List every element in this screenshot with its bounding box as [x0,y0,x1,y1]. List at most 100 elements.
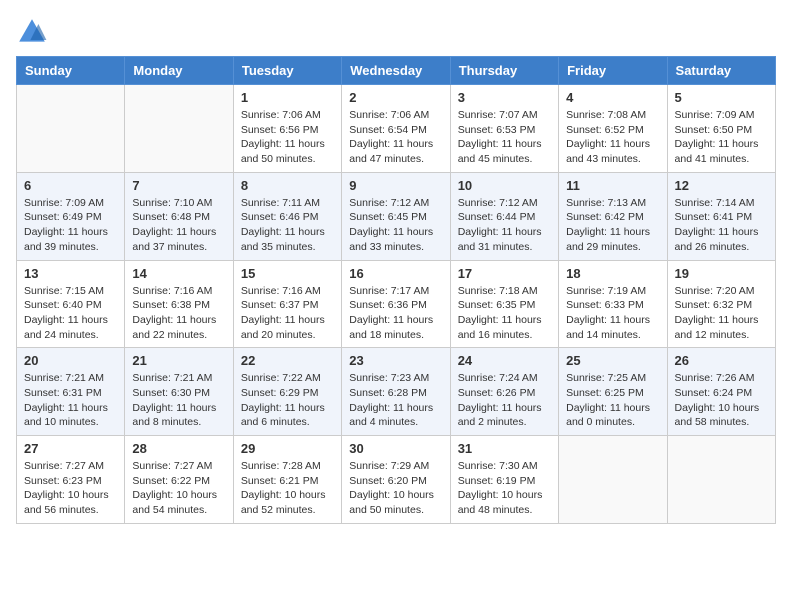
day-number: 23 [349,353,442,368]
calendar-day-cell: 27 Sunrise: 7:27 AM Sunset: 6:23 PM Dayli… [17,436,125,524]
calendar-table: SundayMondayTuesdayWednesdayThursdayFrid… [16,56,776,524]
logo [16,16,52,48]
day-info: Sunrise: 7:12 AM Sunset: 6:44 PM Dayligh… [458,196,551,255]
day-number: 27 [24,441,117,456]
day-info: Sunrise: 7:27 AM Sunset: 6:23 PM Dayligh… [24,459,117,518]
calendar-day-cell: 18 Sunrise: 7:19 AM Sunset: 6:33 PM Dayli… [559,260,667,348]
day-number: 15 [241,266,334,281]
day-number: 31 [458,441,551,456]
calendar-week-row: 6 Sunrise: 7:09 AM Sunset: 6:49 PM Daylig… [17,172,776,260]
day-info: Sunrise: 7:27 AM Sunset: 6:22 PM Dayligh… [132,459,225,518]
calendar-day-cell: 22 Sunrise: 7:22 AM Sunset: 6:29 PM Dayli… [233,348,341,436]
day-info: Sunrise: 7:12 AM Sunset: 6:45 PM Dayligh… [349,196,442,255]
day-info: Sunrise: 7:09 AM Sunset: 6:49 PM Dayligh… [24,196,117,255]
calendar-week-row: 1 Sunrise: 7:06 AM Sunset: 6:56 PM Daylig… [17,85,776,173]
day-info: Sunrise: 7:21 AM Sunset: 6:30 PM Dayligh… [132,371,225,430]
calendar-day-cell: 29Sunrise: 7:28 AM Sunset: 6:21 PM Dayli… [233,436,341,524]
calendar-day-cell: 31 Sunrise: 7:30 AM Sunset: 6:19 PM Dayli… [450,436,558,524]
day-info: Sunrise: 7:28 AM Sunset: 6:21 PM Dayligh… [241,459,334,518]
day-number: 19 [675,266,768,281]
day-number: 8 [241,178,334,193]
calendar-day-cell: 16 Sunrise: 7:17 AM Sunset: 6:36 PM Dayli… [342,260,450,348]
calendar-day-cell: 15 Sunrise: 7:16 AM Sunset: 6:37 PM Dayli… [233,260,341,348]
day-number: 22 [241,353,334,368]
page-header [16,16,776,48]
day-of-week-header: Thursday [450,57,558,85]
day-info: Sunrise: 7:21 AM Sunset: 6:31 PM Dayligh… [24,371,117,430]
day-info: Sunrise: 7:14 AM Sunset: 6:41 PM Dayligh… [675,196,768,255]
calendar-day-cell: 10 Sunrise: 7:12 AM Sunset: 6:44 PM Dayli… [450,172,558,260]
day-number: 26 [675,353,768,368]
day-number: 30 [349,441,442,456]
day-info: Sunrise: 7:25 AM Sunset: 6:25 PM Dayligh… [566,371,659,430]
day-number: 28 [132,441,225,456]
calendar-day-cell: 30 Sunrise: 7:29 AM Sunset: 6:20 PM Dayli… [342,436,450,524]
day-number: 6 [24,178,117,193]
calendar-day-cell: 13Sunrise: 7:15 AM Sunset: 6:40 PM Dayli… [17,260,125,348]
day-info: Sunrise: 7:16 AM Sunset: 6:38 PM Dayligh… [132,284,225,343]
day-info: Sunrise: 7:10 AM Sunset: 6:48 PM Dayligh… [132,196,225,255]
day-number: 10 [458,178,551,193]
day-info: Sunrise: 7:30 AM Sunset: 6:19 PM Dayligh… [458,459,551,518]
day-number: 20 [24,353,117,368]
day-number: 9 [349,178,442,193]
calendar-day-cell: 12 Sunrise: 7:14 AM Sunset: 6:41 PM Dayli… [667,172,775,260]
day-info: Sunrise: 7:17 AM Sunset: 6:36 PM Dayligh… [349,284,442,343]
day-info: Sunrise: 7:08 AM Sunset: 6:52 PM Dayligh… [566,108,659,167]
day-number: 24 [458,353,551,368]
calendar-day-cell: 19 Sunrise: 7:20 AM Sunset: 6:32 PM Dayli… [667,260,775,348]
calendar-day-cell: 8Sunrise: 7:11 AM Sunset: 6:46 PM Daylig… [233,172,341,260]
calendar-day-cell: 9 Sunrise: 7:12 AM Sunset: 6:45 PM Daylig… [342,172,450,260]
day-info: Sunrise: 7:06 AM Sunset: 6:54 PM Dayligh… [349,108,442,167]
day-info: Sunrise: 7:09 AM Sunset: 6:50 PM Dayligh… [675,108,768,167]
day-number: 21 [132,353,225,368]
day-of-week-header: Saturday [667,57,775,85]
calendar-day-cell: 28 Sunrise: 7:27 AM Sunset: 6:22 PM Dayli… [125,436,233,524]
calendar-day-cell: 4Sunrise: 7:08 AM Sunset: 6:52 PM Daylig… [559,85,667,173]
calendar-day-cell [667,436,775,524]
calendar-day-cell: 17 Sunrise: 7:18 AM Sunset: 6:35 PM Dayli… [450,260,558,348]
day-of-week-header: Tuesday [233,57,341,85]
day-info: Sunrise: 7:22 AM Sunset: 6:29 PM Dayligh… [241,371,334,430]
calendar-day-cell [17,85,125,173]
calendar-day-cell: 6 Sunrise: 7:09 AM Sunset: 6:49 PM Daylig… [17,172,125,260]
calendar-day-cell: 14 Sunrise: 7:16 AM Sunset: 6:38 PM Dayli… [125,260,233,348]
day-info: Sunrise: 7:13 AM Sunset: 6:42 PM Dayligh… [566,196,659,255]
day-number: 12 [675,178,768,193]
day-number: 14 [132,266,225,281]
day-info: Sunrise: 7:16 AM Sunset: 6:37 PM Dayligh… [241,284,334,343]
day-info: Sunrise: 7:29 AM Sunset: 6:20 PM Dayligh… [349,459,442,518]
day-of-week-header: Friday [559,57,667,85]
calendar-week-row: 27 Sunrise: 7:27 AM Sunset: 6:23 PM Dayli… [17,436,776,524]
calendar-day-cell: 1 Sunrise: 7:06 AM Sunset: 6:56 PM Daylig… [233,85,341,173]
calendar-day-cell: 26 Sunrise: 7:26 AM Sunset: 6:24 PM Dayli… [667,348,775,436]
day-number: 16 [349,266,442,281]
calendar-day-cell: 23 Sunrise: 7:23 AM Sunset: 6:28 PM Dayli… [342,348,450,436]
calendar-day-cell: 11 Sunrise: 7:13 AM Sunset: 6:42 PM Dayli… [559,172,667,260]
calendar-day-cell [559,436,667,524]
day-info: Sunrise: 7:07 AM Sunset: 6:53 PM Dayligh… [458,108,551,167]
day-info: Sunrise: 7:20 AM Sunset: 6:32 PM Dayligh… [675,284,768,343]
calendar-day-cell: 24 Sunrise: 7:24 AM Sunset: 6:26 PM Dayli… [450,348,558,436]
day-info: Sunrise: 7:19 AM Sunset: 6:33 PM Dayligh… [566,284,659,343]
day-number: 3 [458,90,551,105]
calendar-day-cell: 3 Sunrise: 7:07 AM Sunset: 6:53 PM Daylig… [450,85,558,173]
day-number: 7 [132,178,225,193]
day-number: 5 [675,90,768,105]
day-info: Sunrise: 7:23 AM Sunset: 6:28 PM Dayligh… [349,371,442,430]
day-number: 1 [241,90,334,105]
calendar-day-cell: 2 Sunrise: 7:06 AM Sunset: 6:54 PM Daylig… [342,85,450,173]
day-info: Sunrise: 7:06 AM Sunset: 6:56 PM Dayligh… [241,108,334,167]
day-number: 2 [349,90,442,105]
calendar-week-row: 13Sunrise: 7:15 AM Sunset: 6:40 PM Dayli… [17,260,776,348]
day-info: Sunrise: 7:18 AM Sunset: 6:35 PM Dayligh… [458,284,551,343]
day-info: Sunrise: 7:26 AM Sunset: 6:24 PM Dayligh… [675,371,768,430]
calendar-day-cell: 21 Sunrise: 7:21 AM Sunset: 6:30 PM Dayli… [125,348,233,436]
calendar-day-cell: 25Sunrise: 7:25 AM Sunset: 6:25 PM Dayli… [559,348,667,436]
day-number: 11 [566,178,659,193]
day-info: Sunrise: 7:24 AM Sunset: 6:26 PM Dayligh… [458,371,551,430]
day-number: 18 [566,266,659,281]
calendar-header-row: SundayMondayTuesdayWednesdayThursdayFrid… [17,57,776,85]
day-number: 17 [458,266,551,281]
calendar-day-cell: 5 Sunrise: 7:09 AM Sunset: 6:50 PM Daylig… [667,85,775,173]
